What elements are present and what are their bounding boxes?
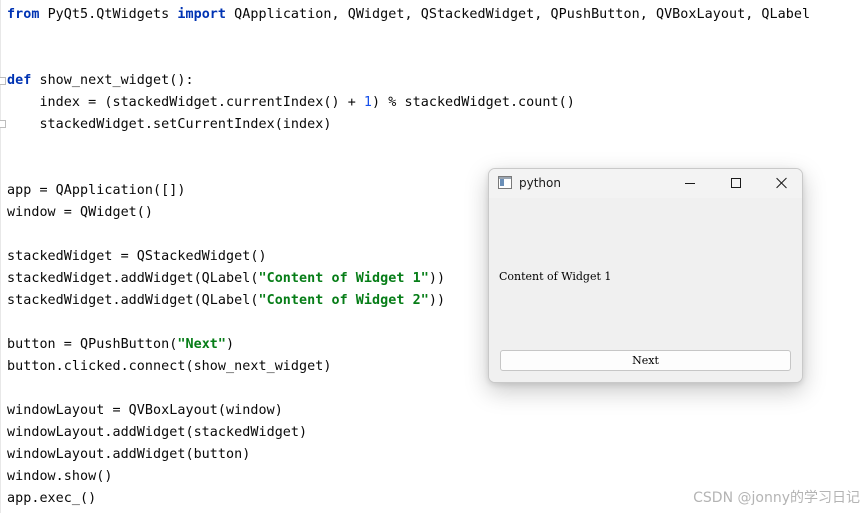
window-titlebar[interactable]: python	[489, 169, 802, 198]
code-token: QApplication, QWidget, QStackedWidget, Q…	[226, 7, 811, 22]
watermark: CSDN @jonny的学习日记	[693, 490, 860, 506]
code-line: index = (stackedWidget.currentIndex() + …	[7, 92, 575, 114]
code-line: button.clicked.connect(show_next_widget)	[7, 356, 331, 378]
stacked-widget-label: Content of Widget 1	[499, 270, 612, 283]
code-token: button.clicked.connect(show_next_widget)	[7, 359, 332, 374]
code-token: stackedWidget.addWidget(QLabel(	[7, 271, 259, 286]
maximize-button[interactable]	[713, 169, 759, 198]
window-client-area: Content of Widget 1 Next	[489, 198, 802, 382]
minimize-icon	[685, 183, 695, 184]
code-line: app = QApplication([])	[7, 180, 185, 202]
code-line: window = QWidget()	[7, 202, 153, 224]
code-token: button = QPushButton(	[7, 337, 178, 352]
code-token: ) % stackedWidget.count()	[372, 95, 575, 110]
code-line: stackedWidget.addWidget(QLabel("Content …	[7, 268, 445, 290]
code-token: stackedWidget = QStackedWidget()	[7, 249, 267, 264]
code-line: windowLayout = QVBoxLayout(window)	[7, 400, 283, 422]
next-button[interactable]: Next	[500, 350, 791, 371]
fold-marker-icon[interactable]	[0, 77, 6, 85]
code-token: )	[226, 337, 235, 352]
code-token: "Content of Widget 1"	[258, 271, 429, 286]
fold-end-marker-icon[interactable]	[0, 120, 6, 128]
window-title: python	[519, 176, 561, 190]
code-line: window.show()	[7, 466, 112, 488]
code-token: windowLayout.addWidget(button)	[7, 447, 251, 462]
code-token: from	[7, 7, 40, 22]
python-app-icon	[498, 176, 512, 189]
code-line: windowLayout.addWidget(button)	[7, 444, 250, 466]
code-token: ))	[428, 271, 446, 286]
code-line: button = QPushButton("Next")	[7, 334, 234, 356]
code-token: ))	[428, 293, 446, 308]
code-line: windowLayout.addWidget(stackedWidget)	[7, 422, 307, 444]
code-token: show_next_widget():	[31, 73, 194, 88]
code-token: windowLayout = QVBoxLayout(window)	[7, 403, 283, 418]
code-line: stackedWidget.setCurrentIndex(index)	[7, 114, 331, 136]
close-button[interactable]	[758, 169, 802, 198]
code-line: from PyQt5.QtWidgets import QApplication…	[7, 4, 810, 26]
code-token: index = (stackedWidget.currentIndex() +	[7, 95, 364, 110]
code-token: window.show()	[7, 469, 113, 484]
code-line: app.exec_()	[7, 488, 96, 510]
close-icon	[776, 177, 788, 189]
code-token: PyQt5.QtWidgets	[39, 7, 178, 22]
code-token: import	[177, 7, 227, 22]
code-token: windowLayout.addWidget(stackedWidget)	[7, 425, 308, 440]
code-token: stackedWidget.setCurrentIndex(index)	[7, 117, 332, 132]
code-token: stackedWidget.addWidget(QLabel(	[7, 293, 259, 308]
minimize-button[interactable]	[667, 169, 713, 198]
code-token: window = QWidget()	[7, 205, 154, 220]
python-window[interactable]: python Content of Widget 1 Next	[488, 168, 803, 383]
code-token: app.exec_()	[7, 491, 97, 506]
code-line: def show_next_widget():	[7, 70, 194, 92]
code-token: "Content of Widget 2"	[258, 293, 429, 308]
code-line: stackedWidget = QStackedWidget()	[7, 246, 267, 268]
code-token: "Next"	[177, 337, 227, 352]
code-token: 1	[363, 95, 373, 110]
code-token: def	[7, 73, 32, 88]
code-token: app = QApplication([])	[7, 183, 186, 198]
maximize-icon	[731, 178, 741, 188]
code-line: stackedWidget.addWidget(QLabel("Content …	[7, 290, 445, 312]
